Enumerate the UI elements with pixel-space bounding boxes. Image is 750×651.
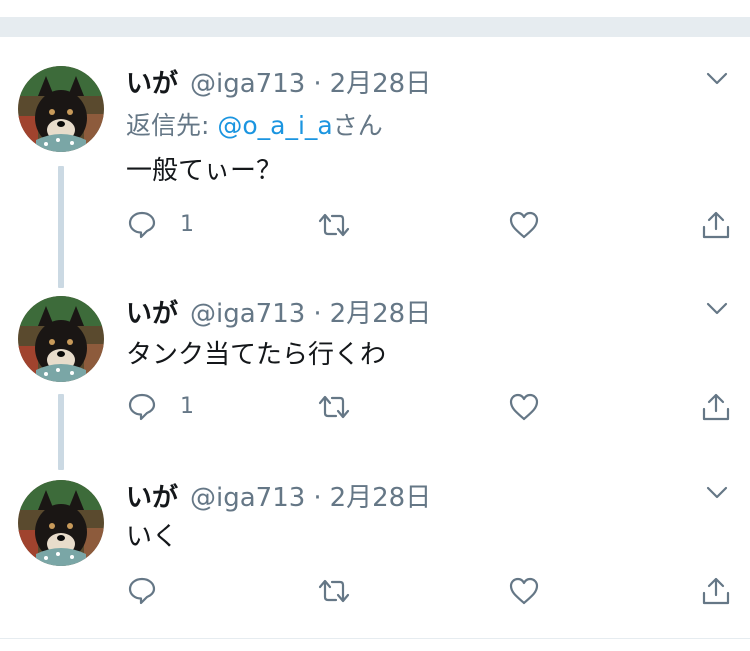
section-divider — [0, 17, 750, 37]
like-icon — [509, 211, 539, 239]
reply-suffix: さん — [332, 111, 383, 140]
separator: · — [313, 299, 322, 329]
action-bar: 1 — [126, 208, 736, 242]
retweet-button[interactable] — [316, 390, 352, 424]
retweet-icon — [318, 579, 350, 603]
reply-button[interactable]: 1 — [126, 208, 194, 242]
like-button[interactable] — [508, 208, 540, 242]
action-bar — [126, 574, 736, 608]
bottom-divider — [0, 638, 750, 639]
reply-button[interactable] — [126, 574, 180, 608]
share-button[interactable] — [700, 390, 732, 424]
retweet-icon — [318, 213, 350, 237]
display-name[interactable]: いが — [126, 69, 178, 99]
avatar[interactable] — [18, 480, 104, 566]
share-button[interactable] — [700, 208, 732, 242]
action-bar: 1 — [126, 390, 736, 424]
tweet[interactable]: いが @iga713 · 2月28日 いく — [0, 480, 750, 620]
tweet-date[interactable]: 2月28日 — [330, 483, 432, 513]
tweet-text: いく — [126, 522, 179, 552]
reply-count: 1 — [180, 212, 194, 237]
reply-button[interactable]: 1 — [126, 390, 194, 424]
tweet[interactable]: いが @iga713 · 2月28日 返信先: @o_a_i_aさん 一般てぃー？ 1 — [0, 66, 750, 246]
tweet-header: いが @iga713 · 2月28日 — [126, 68, 431, 100]
display-name[interactable]: いが — [126, 299, 178, 329]
reply-icon — [128, 211, 156, 239]
share-icon — [702, 211, 730, 239]
user-handle[interactable]: @iga713 — [190, 483, 305, 513]
tweet-header: いが @iga713 · 2月28日 — [126, 482, 431, 514]
user-handle[interactable]: @iga713 — [190, 299, 305, 329]
tweet-header: いが @iga713 · 2月28日 — [126, 298, 431, 330]
share-button[interactable] — [700, 574, 732, 608]
reply-context: 返信先: @o_a_i_aさん — [126, 110, 383, 142]
tweet-date[interactable]: 2月28日 — [330, 299, 432, 329]
like-button[interactable] — [508, 390, 540, 424]
avatar[interactable] — [18, 66, 104, 152]
like-icon — [509, 577, 539, 605]
separator: · — [313, 483, 322, 513]
avatar[interactable] — [18, 296, 104, 382]
reply-icon — [128, 577, 156, 605]
reply-count: 1 — [180, 394, 194, 419]
separator: · — [313, 69, 322, 99]
chevron-down-icon[interactable] — [706, 302, 728, 316]
reply-prefix: 返信先: — [126, 111, 218, 140]
tweet-date[interactable]: 2月28日 — [330, 69, 432, 99]
retweet-button[interactable] — [316, 208, 352, 242]
chevron-down-icon[interactable] — [706, 486, 728, 500]
share-icon — [702, 577, 730, 605]
retweet-icon — [318, 395, 350, 419]
tweet-text: タンク当てたら行くわ — [126, 340, 387, 370]
like-icon — [509, 393, 539, 421]
tweet[interactable]: いが @iga713 · 2月28日 タンク当てたら行くわ 1 — [0, 296, 750, 436]
user-handle[interactable]: @iga713 — [190, 69, 305, 99]
tweet-text: 一般てぃー？ — [126, 156, 283, 186]
chevron-down-icon[interactable] — [706, 72, 728, 86]
reply-mention-link[interactable]: @o_a_i_a — [217, 111, 332, 140]
share-icon — [702, 393, 730, 421]
like-button[interactable] — [508, 574, 540, 608]
display-name[interactable]: いが — [126, 483, 178, 513]
retweet-button[interactable] — [316, 574, 352, 608]
reply-icon — [128, 393, 156, 421]
